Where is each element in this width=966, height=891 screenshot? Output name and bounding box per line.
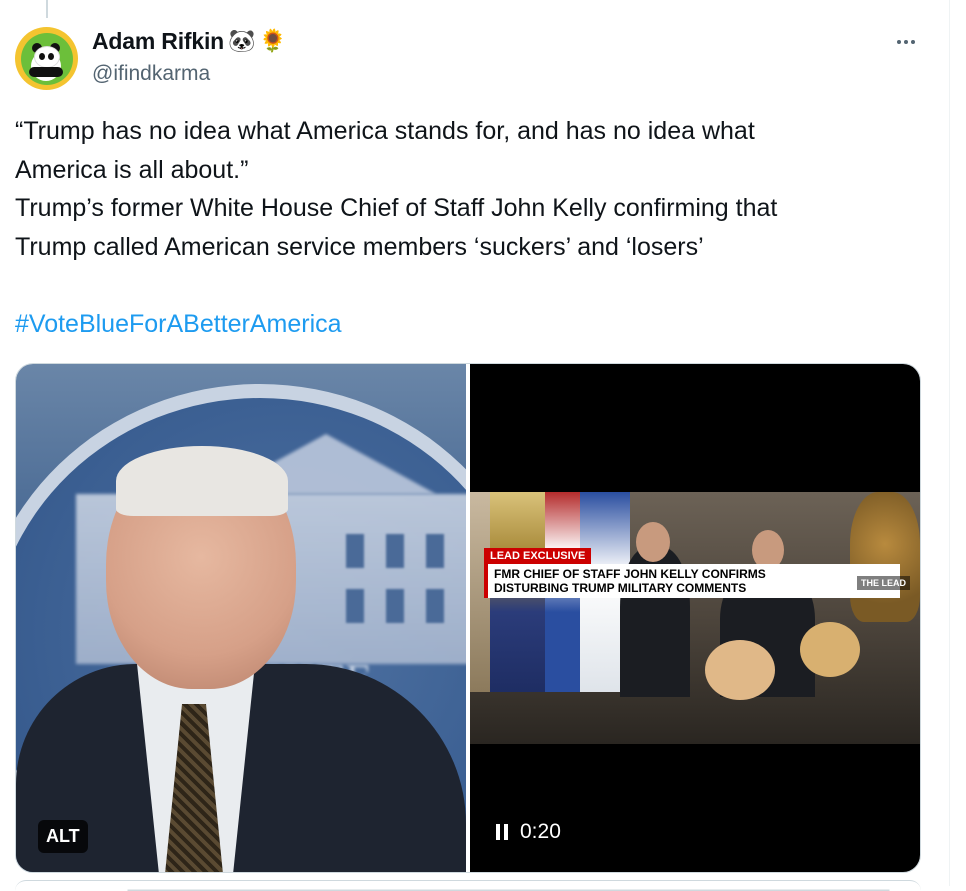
pause-bar — [504, 824, 508, 840]
avatar[interactable] — [15, 27, 78, 90]
thread-connector — [46, 0, 48, 18]
more-horizontal-icon — [897, 40, 901, 44]
avatar-panda-eye-left — [38, 52, 45, 60]
news-lower-third: LEAD EXCLUSIVE FMR CHIEF OF STAFF JOHN K… — [484, 546, 907, 598]
avatar-panda-arm — [28, 66, 63, 77]
video-time: 0:20 — [520, 820, 561, 843]
video-controls: 0:20 — [496, 820, 561, 844]
more-dot — [904, 40, 908, 44]
white-house-window — [426, 534, 444, 568]
tweet-line: America is all about.” — [15, 155, 249, 184]
hashtag-link[interactable]: #VoteBlueForABetterAmerica — [15, 305, 915, 344]
video-frame — [470, 492, 920, 744]
lower-third-headline: FMR CHIEF OF STAFF JOHN KELLY CONFIRMS D… — [484, 564, 900, 598]
person-hair — [116, 446, 288, 516]
column-border — [949, 0, 950, 886]
sunflower-emoji-icon: 🌻 — [259, 28, 287, 54]
photo-john-kelly[interactable]: HITE HOU ALT — [16, 364, 466, 872]
avatar-panda-head — [33, 45, 60, 68]
tweet-line: Trump called American service members ‘s… — [15, 232, 704, 261]
lower-third-tag: LEAD EXCLUSIVE — [484, 548, 592, 564]
video-player[interactable]: LEAD EXCLUSIVE FMR CHIEF OF STAFF JOHN K… — [470, 364, 920, 872]
more-options-button[interactable] — [888, 28, 924, 56]
tweet-line: “Trump has no idea what America stands f… — [15, 117, 755, 145]
avatar-panda-eye-right — [47, 52, 54, 60]
panda-emoji-icon: 🐼 — [227, 28, 256, 54]
author-display-name[interactable]: Adam Rifkin — [92, 28, 224, 55]
lower-third-line: DISTURBING TRUMP MILITARY COMMENTS — [494, 581, 747, 595]
white-house-window — [386, 534, 404, 568]
author-name-row: Adam Rifkin 🐼 🌻 — [92, 28, 287, 55]
white-house-window — [386, 589, 404, 623]
media-grid: HITE HOU ALT LEAD EXCLUSIVE FMR CHIEF OF… — [15, 363, 921, 873]
video-person-head — [800, 622, 860, 677]
author-handle[interactable]: @ifindkarma — [92, 62, 210, 86]
lower-third-line: FMR CHIEF OF STAFF JOHN KELLY CONFIRMS — [494, 567, 766, 581]
white-house-window — [346, 534, 364, 568]
more-dot — [911, 40, 915, 44]
alt-text-badge[interactable]: ALT — [38, 820, 88, 853]
tweet-text: “Trump has no idea what America stands f… — [15, 112, 915, 343]
tweet-line: Trump’s former White House Chief of Staf… — [15, 194, 778, 222]
avatar-image — [20, 32, 73, 85]
pause-icon[interactable] — [496, 823, 508, 841]
white-house-window — [426, 589, 444, 623]
video-person-head — [705, 640, 775, 700]
network-bug: THE LEAD — [857, 576, 910, 590]
pause-bar — [496, 824, 500, 840]
white-house-window — [346, 589, 364, 623]
